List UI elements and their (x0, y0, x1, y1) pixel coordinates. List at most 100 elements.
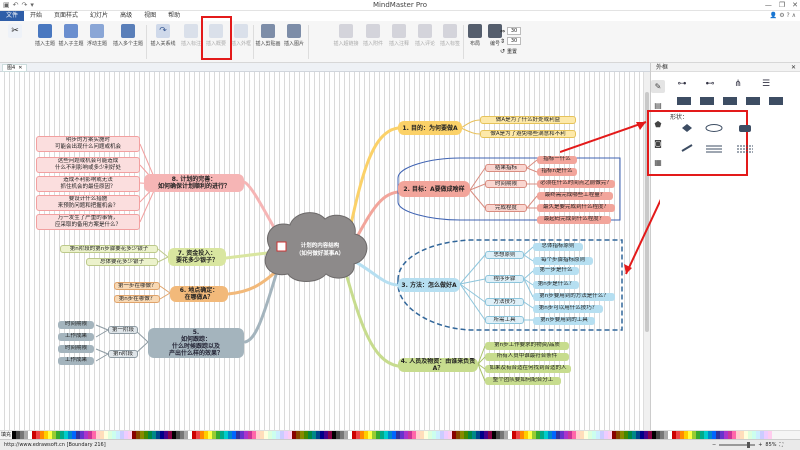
branch-1-topic[interactable]: 1. 目的：为何要做A (398, 121, 462, 135)
central-topic[interactable]: 计划的内容结构 （如何做好某事A） (288, 242, 352, 258)
attachment-icon (366, 24, 380, 38)
branch-4-leaf-2[interactable]: 所有人员中谁最符合条件 (485, 353, 569, 361)
line-color-icon[interactable] (677, 143, 697, 153)
boundary-shape-rect[interactable] (735, 123, 755, 133)
customize-icon[interactable]: ▾ (30, 1, 34, 10)
menu-file[interactable]: 文件 (0, 11, 25, 21)
branch-7-leaf-1[interactable]: 第n阶段的第n步骤要花多少银子 (60, 245, 158, 253)
menu-view[interactable]: 视图 (138, 11, 162, 21)
insert-clipart-button[interactable]: 插入剪贴画 (255, 24, 281, 47)
branch-7-leaf-2[interactable]: 总体要花多少银子 (86, 258, 158, 266)
branch-3-sub-4[interactable]: 所需工具 (485, 316, 524, 324)
branch-8-leaf-4[interactable]: 要设计什么措施 来预防问题和把握机会？ (36, 195, 140, 211)
layout-timeline-icon[interactable]: ☰ (756, 77, 776, 91)
insert-tag-button[interactable]: 插入标签 (437, 24, 463, 47)
branch-3-leaf-7[interactable]: 第n步要用到的工具 (533, 317, 595, 325)
vertical-spacing-input[interactable]: 30 (507, 37, 522, 45)
zoom-in-button[interactable]: + (758, 440, 762, 450)
line-dash-icon[interactable] (735, 143, 755, 153)
close-tab-icon[interactable]: ✕ (18, 65, 22, 71)
floating-topic-button[interactable]: 浮动主题 (84, 24, 110, 47)
menu-home[interactable]: 开始 (24, 11, 48, 21)
minimize-button[interactable]: — (765, 0, 772, 10)
branch-6-leaf-2[interactable]: 第n步在哪做？ (114, 295, 160, 303)
fill-bucket-icon[interactable] (677, 123, 697, 133)
reset-spacing[interactable]: ↺ 重置 (500, 48, 517, 55)
branch-2-topic[interactable]: 2. 目标：A要做成啥样 (398, 181, 470, 197)
panel-close-icon[interactable]: ✕ (791, 63, 796, 72)
horizontal-spacing-input[interactable]: 30 (507, 27, 522, 35)
branch-3-topic[interactable]: 3. 方法：怎么做好A (398, 278, 460, 292)
branch-3-leaf-5[interactable]: 第n步要用到的方法是什么？ (533, 293, 615, 301)
panel-title: 外框 (656, 64, 669, 71)
branch-4-leaf-1[interactable]: 第n步工作要求的物资/品质 (485, 342, 569, 350)
branch-2-sub-3[interactable]: 完成程度 (485, 204, 527, 212)
boundary-preset-3[interactable] (723, 97, 737, 105)
insert-note-button[interactable]: 插入注释 (386, 24, 412, 47)
branch-2-sub-1[interactable]: 结果指标 (485, 164, 527, 172)
branch-8-leaf-5[interactable]: 万一发生了严重的事情， 应采取的备用方案是什么？ (36, 214, 140, 230)
zoom-slider[interactable] (719, 442, 756, 448)
color-palette: 填充 (0, 430, 800, 439)
layout-map-icon[interactable]: ⊶ (672, 77, 692, 91)
layout-tree-icon[interactable]: ⊷ (700, 77, 720, 91)
zoom-out-button[interactable]: − (712, 440, 716, 450)
undo-icon[interactable]: ↶ (13, 1, 19, 10)
branch-5-sub-1[interactable]: 第一阶段 (108, 326, 138, 334)
insert-comment-button[interactable]: 插入评论 (412, 24, 438, 47)
menu-advanced[interactable]: 高级 (114, 11, 138, 21)
branch-8-leaf-3[interactable]: 造成不利影响或无法 抓住机会的最佳原因？ (36, 176, 140, 192)
branch-8-leaf-1[interactable]: 明步的方案实施时 可能会出现什么问题或机会 (36, 136, 140, 152)
redo-icon[interactable]: ↷ (22, 1, 28, 10)
branch-5-leaf-3[interactable]: 时间期限 (58, 345, 94, 353)
maximize-button[interactable]: ❐ (779, 0, 785, 10)
branch-3-leaf-6[interactable]: 第n步可以用什么技巧？ (533, 305, 603, 313)
branch-8-leaf-2[interactable]: 这些问题或机会可能造成 什么不利影响或多少利好处 (36, 157, 140, 173)
layout-org-icon[interactable]: ⋔ (728, 77, 748, 91)
branch-3-sub-1[interactable]: 思想原则 (485, 251, 524, 259)
boundary-preset-1[interactable] (677, 97, 691, 105)
tab-document[interactable]: 图4 ✕ (2, 64, 28, 72)
branch-7-topic[interactable]: 7. 资金投入： 要花多少银子？ (168, 248, 226, 266)
insert-relationship-button[interactable]: ↷ 插入关系线 (150, 24, 176, 47)
insert-attachment-button[interactable]: 插入附件 (360, 24, 386, 47)
insert-multiple-topics-button[interactable]: 插入多个主题 (112, 24, 144, 47)
branch-5-leaf-1[interactable]: 时间期限 (58, 321, 94, 329)
branch-6-leaf-1[interactable]: 第一步在哪做？ (114, 282, 160, 290)
palette-swatch[interactable] (768, 431, 772, 439)
menu-slides[interactable]: 幻灯片 (84, 11, 114, 21)
cut-copy-group[interactable]: ✂ (2, 24, 28, 38)
boundary-shape-cloud[interactable] (704, 123, 724, 133)
branch-2-sub-2[interactable]: 时间期限 (485, 180, 527, 188)
branch-3-sub-3[interactable]: 方法技巧 (485, 298, 524, 306)
branch-3-sub-2[interactable]: 程序步骤 (485, 275, 524, 283)
format-tool-icon[interactable]: ✎ (651, 80, 665, 93)
menu-help[interactable]: 帮助 (162, 11, 186, 21)
branch-4-leaf-4[interactable]: 整个团队要如何配合分工 (485, 377, 561, 385)
insert-image-button[interactable]: 插入图片 (281, 24, 307, 47)
branch-6-topic[interactable]: 6. 地点确定： 在哪做A？ (170, 286, 228, 302)
boundary-preset-2[interactable] (700, 97, 714, 105)
branch-5-sub-2[interactable]: 第n阶段 (108, 350, 138, 358)
menu-page-style[interactable]: 页面样式 (48, 11, 84, 21)
branch-5-topic[interactable]: 5. 如何跟踪： 什么时候跟踪以及 产出什么样的效果？ (148, 328, 244, 358)
branch-8-topic[interactable]: 8. 计划的完善： 如何确保计划顺利的进行？ (144, 174, 244, 192)
fit-page-icon[interactable]: ⛶ (780, 440, 784, 450)
palette-swatches[interactable] (12, 431, 772, 439)
insert-hyperlink-button[interactable]: 插入超链接 (333, 24, 359, 47)
boundary-preset-5[interactable] (769, 97, 783, 105)
branch-4-leaf-3[interactable]: 如果及有合适在何找到合适的人 (485, 365, 571, 373)
line-weight-icon[interactable] (704, 143, 724, 153)
save-icon[interactable]: ▣ (3, 1, 10, 10)
tag-icon (443, 24, 457, 38)
status-url[interactable]: http://www.edrawsoft.cn [Boundary 216] (4, 440, 106, 450)
branch-5-leaf-2[interactable]: 工作成果 (58, 333, 94, 341)
branch-4-topic[interactable]: 4. 人员及物资：由谁来负责A？ (398, 358, 478, 372)
boundary-preset-4[interactable] (746, 97, 760, 105)
insert-topic-button[interactable]: 插入主题 (32, 24, 58, 47)
branch-5-leaf-4[interactable]: 工作成果 (58, 357, 94, 365)
mind-map: 计划的内容结构 （如何做好某事A） 1. 目的：为何要做A 做A是为了什么好处或… (0, 72, 643, 430)
insert-subtopic-button[interactable]: 插入子主题 (58, 24, 84, 47)
close-button[interactable]: ✕ (792, 0, 798, 10)
branch-3-leaf-4[interactable]: 第n步是什么？ (533, 281, 579, 289)
